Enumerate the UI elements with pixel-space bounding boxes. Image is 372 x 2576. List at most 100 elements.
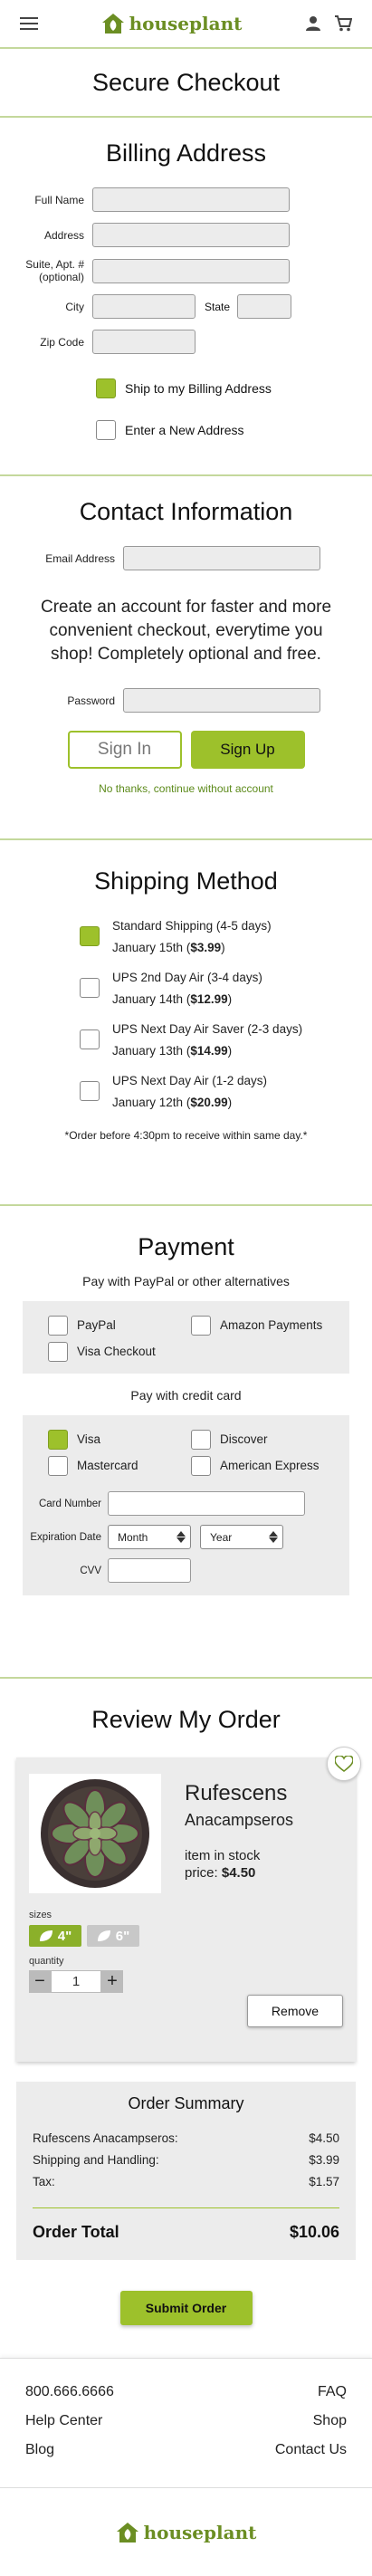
full-name-label: Full Name: [34, 193, 84, 206]
month-select[interactable]: Month: [108, 1525, 191, 1549]
summary-row: Rufescens Anacampseros: $4.50: [33, 2131, 339, 2153]
card-number-label: Card Number: [38, 1498, 101, 1509]
summary-row: Tax: $1.57: [33, 2175, 339, 2197]
shipping-option[interactable]: UPS 2nd Day Air (3-4 days) January 14th …: [80, 967, 372, 1019]
amex-checkbox[interactable]: [191, 1455, 211, 1476]
amazon-checkbox[interactable]: [191, 1315, 211, 1336]
brand-logo[interactable]: houseplant: [101, 13, 242, 34]
order-total-row: Order Total $10.06: [33, 2223, 339, 2242]
amex-option[interactable]: American Express: [191, 1452, 334, 1479]
quantity-input[interactable]: 1: [51, 1970, 101, 1993]
contact-section: Contact Information Email Address Create…: [0, 476, 372, 838]
shipping-option[interactable]: UPS Next Day Air Saver (2-3 days) Januar…: [80, 1019, 372, 1070]
mastercard-label: Mastercard: [77, 1459, 138, 1472]
suite-field[interactable]: [92, 258, 290, 283]
mastercard-option[interactable]: Mastercard: [48, 1452, 191, 1479]
footer-blog-link[interactable]: Blog: [25, 2442, 54, 2471]
year-select[interactable]: Year: [200, 1525, 283, 1549]
suite-label-optional: (optional): [38, 271, 84, 283]
new-address-checkbox[interactable]: [96, 420, 116, 440]
shipping-note: *Order before 4:30pm to receive within s…: [64, 1129, 308, 1142]
shipping-name: UPS Next Day Air Saver (2-3 days): [112, 1022, 303, 1036]
card-number-field[interactable]: [108, 1491, 305, 1516]
shipping-option[interactable]: Standard Shipping (4-5 days) January 15t…: [80, 915, 372, 967]
new-address-label: Enter a New Address: [125, 423, 244, 437]
product-name[interactable]: Rufescens: [185, 1781, 343, 1806]
review-section: Review My Order Rufescens Anacampseros i…: [0, 1679, 372, 2325]
footer-contact-link[interactable]: Contact Us: [275, 2442, 347, 2471]
shipping-checkbox[interactable]: [80, 978, 100, 998]
discover-option[interactable]: Discover: [191, 1426, 334, 1452]
shipping-checkbox[interactable]: [80, 1081, 100, 1101]
quantity-label: quantity: [29, 1956, 64, 1967]
submit-order-button[interactable]: Submit Order: [119, 2291, 253, 2325]
email-label: Email Address: [45, 551, 115, 565]
footer-faq-link[interactable]: FAQ: [318, 2384, 347, 2413]
summary-label: Tax:: [33, 2175, 55, 2188]
summary-row: Shipping and Handling: $3.99: [33, 2153, 339, 2175]
size-option-4[interactable]: 4": [29, 1925, 81, 1947]
product-image[interactable]: [29, 1774, 161, 1893]
visa-checkout-checkbox[interactable]: [48, 1341, 68, 1362]
full-name-field[interactable]: [92, 187, 290, 212]
footer-help-link[interactable]: Help Center: [25, 2413, 102, 2442]
paypal-checkbox[interactable]: [48, 1315, 68, 1336]
remove-button[interactable]: Remove: [247, 1995, 343, 2027]
alt-payment-label: Pay with PayPal or other alternatives: [82, 1274, 290, 1288]
suite-label: Suite, Apt. # (optional): [0, 258, 92, 283]
order-total-label: Order Total: [33, 2223, 119, 2241]
email-field[interactable]: [123, 546, 320, 570]
site-header: houseplant: [0, 0, 372, 47]
sizes-label: sizes: [29, 1910, 52, 1920]
billing-title: Billing Address: [105, 139, 267, 167]
footer-shop-link[interactable]: Shop: [313, 2413, 347, 2442]
product-card: Rufescens Anacampseros item in stock pri…: [16, 1747, 361, 2062]
visa-checkbox[interactable]: [48, 1429, 68, 1450]
shipping-option[interactable]: UPS Next Day Air (1-2 days) January 12th…: [80, 1070, 372, 1122]
shipping-checkbox[interactable]: [80, 926, 100, 946]
user-icon[interactable]: [305, 15, 321, 32]
size-option-6[interactable]: 6": [87, 1925, 139, 1947]
footer-logo[interactable]: houseplant: [116, 2522, 256, 2543]
new-address-option[interactable]: Enter a New Address: [96, 419, 372, 441]
visa-checkout-option[interactable]: Visa Checkout: [48, 1338, 349, 1365]
continue-without-account-link[interactable]: No thanks, continue without account: [0, 782, 372, 795]
password-field[interactable]: [123, 688, 320, 713]
ship-to-billing-checkbox[interactable]: [96, 378, 116, 398]
footer-phone-link[interactable]: 800.666.6666: [25, 2384, 114, 2413]
sign-up-button[interactable]: Sign Up: [190, 731, 305, 769]
menu-icon[interactable]: [20, 17, 38, 30]
quantity-minus-button[interactable]: −: [29, 1970, 51, 1993]
heart-icon[interactable]: [327, 1747, 361, 1781]
sign-in-button[interactable]: Sign In: [67, 731, 182, 769]
leaf-icon: [39, 1930, 52, 1941]
visa-option[interactable]: Visa: [48, 1426, 191, 1452]
account-blurb: Create an account for faster and more co…: [40, 598, 332, 664]
cvv-field[interactable]: [108, 1558, 191, 1583]
mastercard-checkbox[interactable]: [48, 1455, 68, 1476]
shipping-date: January 12th: [112, 1096, 184, 1109]
ship-to-billing-option[interactable]: Ship to my Billing Address: [96, 378, 372, 399]
cart-icon[interactable]: [334, 15, 352, 32]
quantity-plus-button[interactable]: +: [101, 1970, 123, 1993]
password-label: Password: [67, 694, 115, 707]
shipping-checkbox[interactable]: [80, 1029, 100, 1049]
state-field[interactable]: [237, 294, 292, 319]
discover-checkbox[interactable]: [191, 1429, 211, 1450]
zip-label: Zip Code: [40, 335, 84, 349]
size-label: 4": [57, 1928, 72, 1944]
payment-section: Payment Pay with PayPal or other alterna…: [0, 1206, 372, 1677]
zip-field[interactable]: [92, 330, 196, 354]
amazon-option[interactable]: Amazon Payments: [191, 1312, 334, 1338]
contact-title: Contact Information: [79, 498, 293, 525]
summary-title: Order Summary: [128, 2094, 244, 2112]
address-field[interactable]: [92, 223, 290, 247]
city-field[interactable]: [92, 294, 196, 319]
price-label: price:: [185, 1865, 218, 1881]
amazon-label: Amazon Payments: [220, 1318, 323, 1332]
paypal-option[interactable]: PayPal: [48, 1312, 191, 1338]
payment-title: Payment: [138, 1233, 234, 1260]
page-title: Secure Checkout: [91, 68, 281, 96]
expiration-label: Expiration Date: [30, 1531, 101, 1543]
size-label: 6": [115, 1928, 130, 1944]
